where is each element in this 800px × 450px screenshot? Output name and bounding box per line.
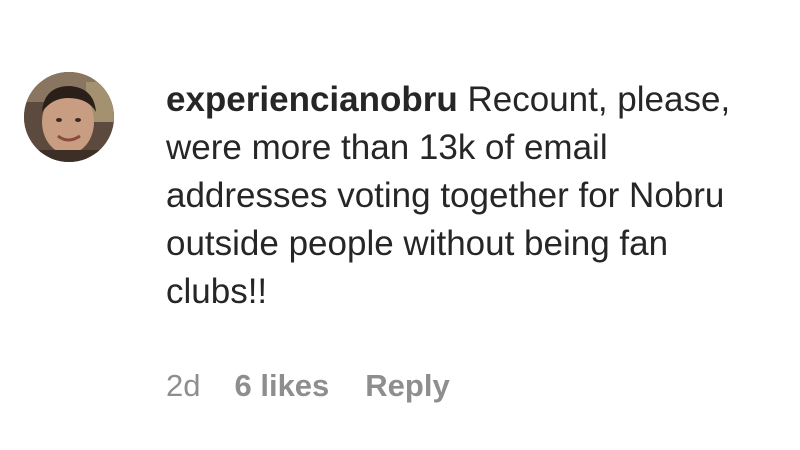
avatar-photo (24, 72, 114, 162)
comment-timestamp[interactable]: 2d (166, 368, 200, 404)
comment-meta: 2d 6 likes Reply (166, 364, 450, 408)
comment-text-container: experiencianobru Recount, please, were m… (166, 76, 776, 316)
comment-likes-count[interactable]: 6 likes (234, 368, 329, 404)
comment: experiencianobru Recount, please, were m… (0, 0, 800, 450)
comment-body: experiencianobru Recount, please, were m… (166, 76, 776, 316)
reply-button[interactable]: Reply (365, 368, 449, 404)
avatar[interactable] (24, 72, 114, 162)
comment-username[interactable]: experiencianobru (166, 80, 458, 119)
